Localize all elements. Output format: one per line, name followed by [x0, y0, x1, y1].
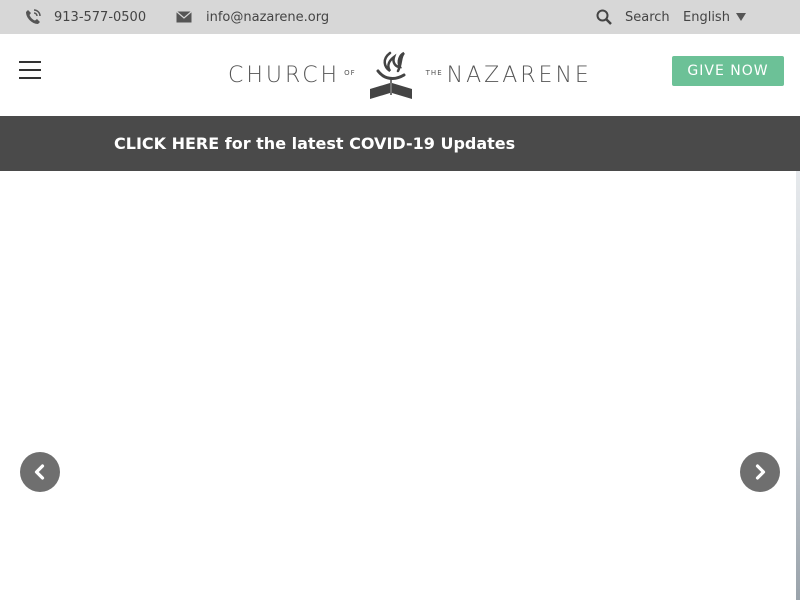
logo-word-of: OF	[344, 69, 356, 77]
hamburger-menu-icon[interactable]	[19, 61, 41, 79]
chevron-right-icon	[753, 464, 767, 480]
chevron-left-icon	[33, 464, 47, 480]
phone-link[interactable]: 913-577-0500	[24, 0, 146, 34]
email-address: info@nazarene.org	[206, 9, 330, 25]
search-icon	[596, 9, 612, 25]
church-logo[interactable]: CHURCH OF THE NAZARENE	[228, 49, 590, 101]
covid-updates-link[interactable]: CLICK HERE for the latest COVID-19 Updat…	[114, 116, 515, 171]
search-button[interactable]: Search	[596, 0, 670, 34]
logo-word-nazarene: NAZARENE	[446, 62, 592, 88]
envelope-icon	[176, 11, 192, 23]
carousel-next-button[interactable]	[740, 452, 780, 492]
email-link[interactable]: info@nazarene.org	[176, 0, 329, 34]
logo-word-church: CHURCH	[228, 62, 341, 88]
give-now-button[interactable]: GIVE NOW	[672, 56, 784, 86]
language-selector[interactable]: English	[683, 0, 746, 34]
search-label: Search	[625, 9, 670, 25]
caret-down-icon	[735, 13, 746, 21]
logo-word-the: THE	[425, 69, 443, 77]
phone-icon	[24, 8, 42, 26]
covid-banner: CLICK HERE for the latest COVID-19 Updat…	[0, 116, 800, 171]
carousel-prev-button[interactable]	[20, 452, 60, 492]
site-header: CHURCH OF THE NAZARENE GIVE NOW	[0, 34, 800, 116]
flame-bible-logo-icon	[360, 49, 422, 101]
phone-number: 913-577-0500	[54, 9, 147, 25]
hero-carousel	[0, 171, 800, 600]
top-utility-bar: 913-577-0500 info@nazarene.org Search En…	[0, 0, 800, 34]
hero-image-edge	[796, 171, 800, 600]
language-label: English	[683, 9, 730, 25]
